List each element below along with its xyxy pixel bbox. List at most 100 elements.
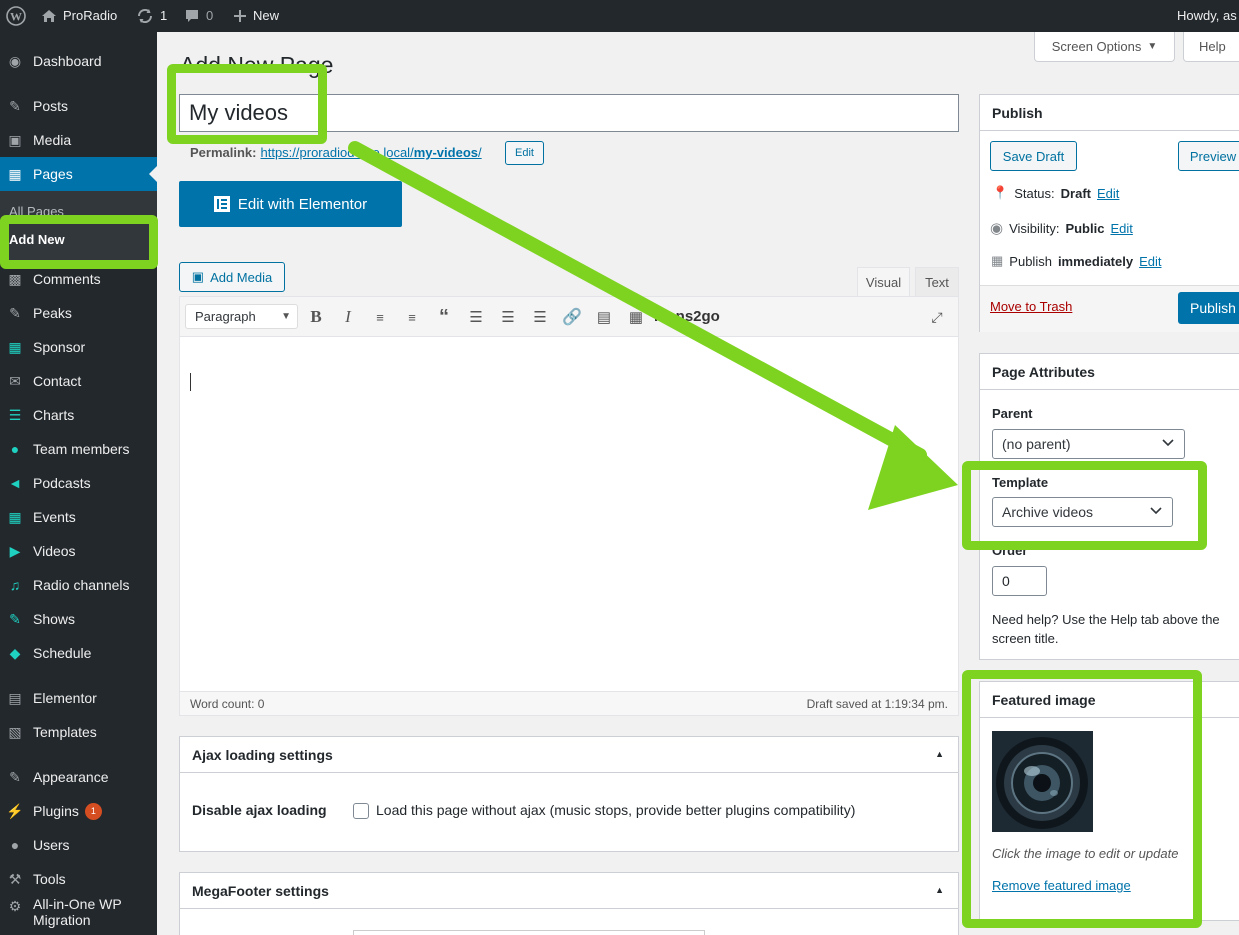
updates-count: 1 xyxy=(160,8,168,23)
ajax-checkbox[interactable] xyxy=(353,803,369,819)
align-right-icon[interactable]: ☰ xyxy=(530,308,550,326)
align-left-icon[interactable]: ☰ xyxy=(466,308,486,326)
new-content-link[interactable]: New xyxy=(233,0,279,32)
calendar-icon: ▦ xyxy=(8,508,22,525)
order-input[interactable]: 0 xyxy=(992,566,1047,596)
collapse-arrow-icon[interactable]: ▲ xyxy=(935,885,944,895)
status-value: Draft xyxy=(1060,185,1091,201)
sidebar-item-tools[interactable]: ⚒ Tools xyxy=(0,862,157,896)
permalink-base: https://proradiodemo.local/ xyxy=(260,145,414,160)
visibility-edit-link[interactable]: Edit xyxy=(1110,221,1132,236)
editor-status-bar: Word count: 0 Draft saved at 1:19:34 pm. xyxy=(180,691,958,715)
permalink-link[interactable]: https://proradiodemo.local/my-videos/ xyxy=(260,145,481,160)
howdy-text: Howdy, as xyxy=(1177,8,1237,23)
sidebar-item-label: Charts xyxy=(33,407,75,423)
italic-icon[interactable]: I xyxy=(338,307,358,326)
sidebar-item-charts[interactable]: ☰ Charts xyxy=(0,398,157,432)
bold-icon[interactable]: B xyxy=(306,307,326,326)
toolbar-toggle-icon[interactable]: ▦ xyxy=(626,308,646,326)
site-name-link[interactable]: ProRadio xyxy=(41,0,117,32)
chevron-down-icon xyxy=(1162,439,1174,447)
publish-actions: Move to Trash Publish xyxy=(980,285,1239,332)
attributes-help-text: Need help? Use the Help tab above the sc… xyxy=(992,612,1220,646)
diamond-icon: ◆ xyxy=(9,644,21,661)
fullscreen-icon[interactable]: ⤢ xyxy=(927,308,947,326)
sidebar-item-appearance[interactable]: ✎ Appearance xyxy=(0,760,157,794)
sidebar-item-radio-channels[interactable]: ♫ Radio channels xyxy=(0,568,157,602)
calendar-icon: ▦ xyxy=(991,253,1004,268)
publish-title[interactable]: Publish xyxy=(980,95,1239,131)
permalink-edit-button[interactable]: Edit xyxy=(505,141,544,165)
icons2go-button[interactable]: Icons2go xyxy=(654,308,720,325)
collapse-arrow-icon[interactable]: ▲ xyxy=(935,749,944,759)
sidebar-item-label: Dashboard xyxy=(33,53,102,69)
media-icon: ▣ xyxy=(191,269,205,284)
edit-with-elementor-button[interactable]: Edit with Elementor xyxy=(179,181,402,227)
tab-visual[interactable]: Visual xyxy=(857,267,910,297)
sidebar-item-label: Users xyxy=(33,837,70,853)
sidebar-item-contact[interactable]: ✉ Contact xyxy=(0,364,157,398)
edit-icon: ✎ xyxy=(9,610,21,627)
ajax-settings-title[interactable]: Ajax loading settings ▲ xyxy=(180,737,958,773)
link-icon[interactable]: 🔗 xyxy=(562,308,582,326)
sidebar-item-sponsor[interactable]: ▦ Sponsor xyxy=(0,330,157,364)
comments-link[interactable]: 0 xyxy=(184,0,213,32)
refresh-icon xyxy=(137,8,153,24)
help-button[interactable]: Help xyxy=(1183,32,1239,62)
megafooter-settings-title[interactable]: MegaFooter settings ▲ xyxy=(180,873,958,909)
sidebar-item-posts[interactable]: ✎ Posts xyxy=(0,89,157,123)
status-edit-link[interactable]: Edit xyxy=(1097,186,1119,201)
bulleted-list-icon[interactable]: ≡ xyxy=(370,308,390,326)
sidebar-item-pages[interactable]: ▦ Pages xyxy=(0,157,157,191)
sidebar-item-users[interactable]: ● Users xyxy=(0,828,157,862)
person-icon: ● xyxy=(10,441,20,457)
numbered-list-icon[interactable]: ≡ xyxy=(402,308,422,326)
sidebar-item-plugins[interactable]: ⚡ Plugins 1 xyxy=(0,794,157,828)
text-cursor xyxy=(190,373,191,391)
caret-down-icon: ▼ xyxy=(1147,41,1158,52)
sidebar-item-label: Tools xyxy=(33,871,66,887)
sidebar-item-schedule[interactable]: ◆ Schedule xyxy=(0,636,157,670)
parent-select[interactable]: (no parent) xyxy=(992,429,1185,459)
sidebar-item-dashboard[interactable]: ◉ Dashboard xyxy=(0,44,157,78)
sidebar-item-shows[interactable]: ✎ Shows xyxy=(0,602,157,636)
mail-icon: ✉ xyxy=(9,372,21,389)
add-media-button[interactable]: ▣ Add Media xyxy=(179,262,285,292)
tab-text[interactable]: Text xyxy=(915,267,959,297)
blockquote-icon[interactable]: “ xyxy=(434,306,454,328)
status-row: 📍 Status: Draft Edit xyxy=(992,185,1119,201)
sidebar-item-podcasts[interactable]: ◄ Podcasts xyxy=(0,466,157,500)
read-more-icon[interactable]: ▤ xyxy=(594,308,614,326)
sidebar-item-events[interactable]: ▦ Events xyxy=(0,500,157,534)
megafooter-title-text: MegaFooter settings xyxy=(192,882,329,899)
sidebar-item-videos[interactable]: ▶ Videos xyxy=(0,534,157,568)
sidebar-item-media[interactable]: ▣ Media xyxy=(0,123,157,157)
publish-time-edit-link[interactable]: Edit xyxy=(1139,254,1161,269)
admin-bar: W ProRadio 1 0 New Howdy, as xyxy=(0,0,1239,32)
highlight-title-box xyxy=(167,64,327,144)
highlight-template-box xyxy=(962,461,1207,550)
move-to-trash-link[interactable]: Move to Trash xyxy=(990,299,1072,314)
updates-link[interactable]: 1 xyxy=(136,0,167,32)
sidebar-item-peaks[interactable]: ✎ Peaks xyxy=(0,296,157,330)
howdy-account[interactable]: Howdy, as xyxy=(1177,0,1237,32)
save-draft-button[interactable]: Save Draft xyxy=(990,141,1077,171)
new-label: New xyxy=(253,8,280,23)
sidebar-item-elementor[interactable]: ▤ Elementor xyxy=(0,681,157,715)
megafooter-select[interactable] xyxy=(353,930,705,935)
wrench-icon: ⚒ xyxy=(8,870,22,887)
plus-icon xyxy=(234,10,246,22)
sidebar-item-label: Videos xyxy=(33,543,76,559)
screen-options-button[interactable]: Screen Options ▼ xyxy=(1034,32,1175,62)
sidebar-item-templates[interactable]: ▧ Templates xyxy=(0,715,157,749)
align-center-icon[interactable]: ☰ xyxy=(498,308,518,326)
permalink-row: Permalink: https://proradiodemo.local/my… xyxy=(190,145,482,160)
preview-button[interactable]: Preview xyxy=(1178,141,1239,171)
sidebar-item-team-members[interactable]: ● Team members xyxy=(0,432,157,466)
format-select[interactable]: Paragraph ▼ xyxy=(185,304,298,329)
wordpress-logo-icon[interactable]: W xyxy=(6,0,26,32)
publish-button[interactable]: Publish xyxy=(1178,292,1239,324)
sidebar-item-all-in-one-wp-migration[interactable]: ⚙ All-in-One WP Migration xyxy=(0,896,157,930)
page-attributes-title[interactable]: Page Attributes xyxy=(980,354,1239,390)
ajax-checkbox-label[interactable]: Load this page without ajax (music stops… xyxy=(376,802,855,818)
